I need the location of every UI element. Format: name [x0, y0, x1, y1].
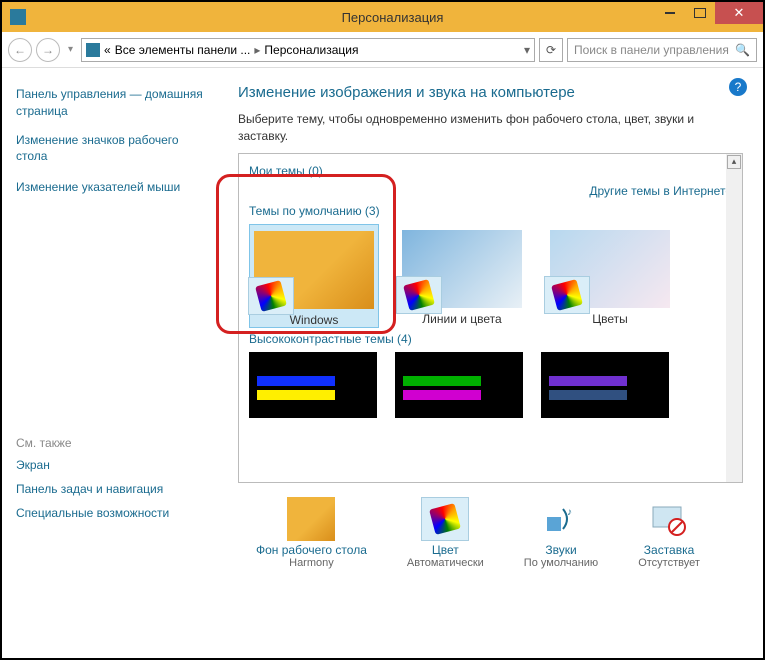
search-icon: 🔍: [735, 43, 750, 57]
main-panel: ? Изменение изображения и звука на компь…: [222, 68, 763, 658]
minimize-button[interactable]: [655, 2, 685, 24]
option-desktop-background[interactable]: Фон рабочего стола Harmony: [256, 497, 367, 569]
theme-lines-colors[interactable]: Линии и цвета: [397, 224, 527, 328]
my-themes-label: Мои темы (0): [249, 164, 732, 178]
option-value: По умолчанию: [524, 557, 598, 569]
maximize-button[interactable]: [685, 2, 715, 24]
color-fan-icon: [421, 497, 469, 541]
option-title: Фон рабочего стола: [256, 543, 367, 557]
search-placeholder: Поиск в панели управления: [574, 43, 729, 57]
refresh-button[interactable]: ⟳: [539, 38, 563, 62]
theme-label: Линии и цвета: [397, 312, 527, 326]
wallpaper-icon: [287, 497, 335, 541]
color-fan-icon: [544, 276, 590, 314]
sidebar: Панель управления — домашняя страница Из…: [2, 68, 222, 658]
breadcrumb-item[interactable]: Все элементы панели ...: [115, 43, 251, 57]
sidebar-link-mouse-pointers[interactable]: Изменение указателей мыши: [16, 179, 208, 196]
sidebar-also-display[interactable]: Экран: [16, 458, 208, 472]
page-title: Изменение изображения и звука на компьют…: [238, 84, 743, 101]
svg-text:♪: ♪: [567, 507, 572, 518]
scroll-up-icon[interactable]: ▴: [727, 155, 741, 169]
theme-high-contrast-3[interactable]: [541, 352, 669, 418]
option-title: Цвет: [407, 543, 484, 557]
theme-label: Windows: [250, 313, 378, 327]
theme-flowers[interactable]: Цветы: [545, 224, 675, 328]
forward-button[interactable]: →: [36, 38, 60, 62]
themes-listbox: ▴ Мои темы (0) Другие темы в Интернете Т…: [238, 153, 743, 483]
option-value: Harmony: [256, 557, 367, 569]
breadcrumb-separator-icon: ▸: [254, 43, 260, 57]
option-sounds[interactable]: ♪ Звуки По умолчанию: [524, 497, 598, 569]
window: Персонализация ← → ▾ « Все элементы пане…: [0, 0, 765, 660]
option-title: Звуки: [524, 543, 598, 557]
navbar: ← → ▾ « Все элементы панели ... ▸ Персон…: [2, 32, 763, 68]
scrollbar[interactable]: ▴: [726, 154, 742, 482]
sound-icon: ♪: [537, 497, 585, 541]
sidebar-also-accessibility[interactable]: Специальные возможности: [16, 506, 208, 520]
page-subtitle: Выберите тему, чтобы одновременно измени…: [238, 111, 743, 145]
theme-windows[interactable]: Windows: [249, 224, 379, 328]
high-contrast-label: Высококонтрастные темы (4): [249, 332, 732, 346]
help-icon[interactable]: ?: [729, 78, 747, 96]
option-value: Автоматически: [407, 557, 484, 569]
theme-high-contrast-2[interactable]: [395, 352, 523, 418]
search-input[interactable]: Поиск в панели управления 🔍: [567, 38, 757, 62]
sidebar-also-heading: См. также: [16, 436, 208, 450]
window-title: Персонализация: [26, 10, 759, 25]
sidebar-home-link[interactable]: Панель управления — домашняя страница: [16, 86, 208, 120]
address-bar[interactable]: « Все элементы панели ... ▸ Персонализац…: [81, 38, 535, 62]
address-dropdown-icon[interactable]: ▾: [524, 43, 530, 57]
option-screensaver[interactable]: Заставка Отсутствует: [638, 497, 700, 569]
option-value: Отсутствует: [638, 557, 700, 569]
breadcrumb-item[interactable]: Персонализация: [264, 43, 358, 57]
online-themes-link[interactable]: Другие темы в Интернете: [249, 184, 732, 198]
history-chevron-icon[interactable]: ▾: [68, 44, 73, 55]
default-themes-label: Темы по умолчанию (3): [249, 204, 732, 218]
sidebar-link-desktop-icons[interactable]: Изменение значков рабочего стола: [16, 132, 208, 166]
titlebar: Персонализация: [2, 2, 763, 32]
option-color[interactable]: Цвет Автоматически: [407, 497, 484, 569]
theme-high-contrast-1[interactable]: [249, 352, 377, 418]
color-fan-icon: [248, 277, 294, 315]
option-title: Заставка: [638, 543, 700, 557]
screensaver-icon: [645, 497, 693, 541]
bottom-options: Фон рабочего стола Harmony Цвет Автомати…: [238, 497, 743, 569]
sidebar-also-taskbar[interactable]: Панель задач и навигация: [16, 482, 208, 496]
app-icon: [10, 9, 26, 25]
back-button[interactable]: ←: [8, 38, 32, 62]
color-fan-icon: [396, 276, 442, 314]
breadcrumb-prefix: «: [104, 43, 111, 57]
close-button[interactable]: [715, 2, 763, 24]
location-icon: [86, 43, 100, 57]
theme-label: Цветы: [545, 312, 675, 326]
